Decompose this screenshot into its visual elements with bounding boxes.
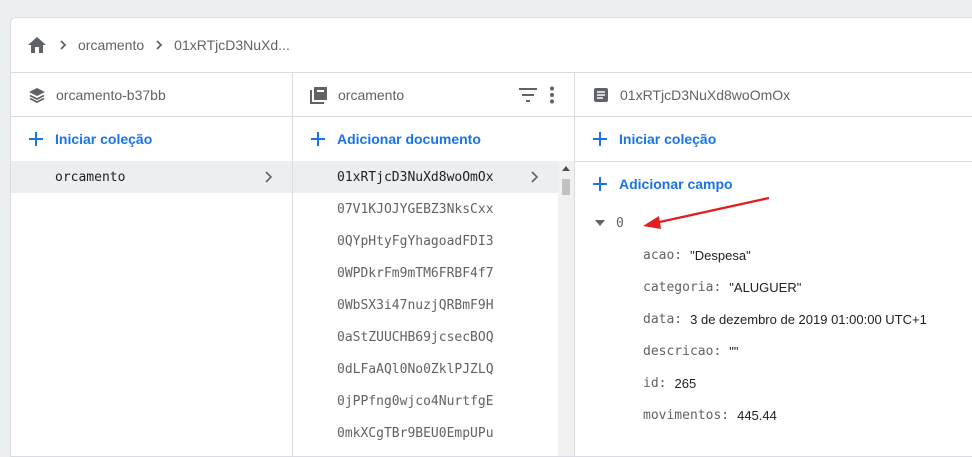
document-item[interactable]: 0mkXCgTBr9BEU0EmpUPu xyxy=(293,417,558,449)
start-subcollection-button[interactable]: Iniciar coleção xyxy=(575,117,972,161)
add-document-button[interactable]: Adicionar documento xyxy=(293,117,574,161)
layers-icon xyxy=(28,86,46,104)
collapse-triangle-icon[interactable] xyxy=(595,220,605,226)
filter-icon[interactable] xyxy=(516,83,540,107)
collection-column: orcamento Adicionar documento 01xRTjcD3N… xyxy=(293,73,575,456)
field-row[interactable]: id: 265 xyxy=(575,367,972,399)
field-value: "" xyxy=(729,343,739,359)
field-row[interactable]: data: 3 de dezembro de 2019 01:00:00 UTC… xyxy=(575,303,972,335)
firestore-panel: orcamento 01xRTjcD3NuXd... orcamento-b37… xyxy=(10,17,972,457)
plus-icon xyxy=(591,130,609,148)
field-value: "ALUGUER" xyxy=(729,279,802,295)
project-title: orcamento-b37bb xyxy=(56,86,166,103)
scrollbar-thumb[interactable] xyxy=(562,179,570,195)
document-id: 01xRTjcD3NuXd8woOmOx xyxy=(337,169,494,185)
document-id: 07V1KJOJYGEBZ3NksCxx xyxy=(337,201,494,217)
field-value: 445.44 xyxy=(737,407,777,423)
field-row[interactable]: descricao: "" xyxy=(575,335,972,367)
collection-item-orcamento[interactable]: orcamento xyxy=(11,161,292,193)
document-item[interactable]: 0jPPfng0wjco4NurtfgE xyxy=(293,385,558,417)
collection-title: orcamento xyxy=(338,86,405,103)
start-collection-button[interactable]: Iniciar coleção xyxy=(11,117,292,161)
field-value: "Despesa" xyxy=(690,247,751,263)
home-icon[interactable] xyxy=(26,34,48,56)
chevron-right-icon xyxy=(48,39,78,51)
chevron-right-icon xyxy=(144,39,174,51)
document-list: 01xRTjcD3NuXd8woOmOx 07V1KJOJYGEBZ3NksCx… xyxy=(293,161,558,449)
document-item[interactable]: 0QYpHtyFgYhagoadFDI3 xyxy=(293,225,558,257)
project-header: orcamento-b37bb xyxy=(11,73,292,117)
breadcrumb-collection[interactable]: orcamento xyxy=(78,37,144,53)
document-item[interactable]: 0WbSX3i47nuzjQRBmF9H xyxy=(293,289,558,321)
document-item[interactable]: 0WPDkrFm9mTM6FRBF4f7 xyxy=(293,257,558,289)
field-key: id: xyxy=(643,375,667,391)
add-field-label: Adicionar campo xyxy=(619,175,733,192)
field-value: 265 xyxy=(674,375,697,391)
chevron-right-icon xyxy=(260,169,276,185)
document-id: 0aStZUUCHB69jcsecBOQ xyxy=(337,329,494,345)
field-row[interactable]: movimentos: 445.44 xyxy=(575,399,972,431)
document-item[interactable]: 0dLFaAQl0No0ZklPJZLQ xyxy=(293,353,558,385)
document-icon xyxy=(592,86,610,104)
collection-header: orcamento xyxy=(293,73,574,117)
document-id: 0WbSX3i47nuzjQRBmF9H xyxy=(337,297,494,313)
document-item[interactable]: 01xRTjcD3NuXd8woOmOx xyxy=(293,161,558,193)
project-column: orcamento-b37bb Iniciar coleção orcament… xyxy=(11,73,293,456)
document-title: 01xRTjcD3NuXd8woOmOx xyxy=(620,86,791,103)
field-tree: 0 acao: "Despesa" categoria: "ALUGUER" d… xyxy=(575,207,972,431)
document-id: 0QYpHtyFgYhagoadFDI3 xyxy=(337,233,494,249)
document-item[interactable]: 07V1KJOJYGEBZ3NksCxx xyxy=(293,193,558,225)
more-vert-icon[interactable] xyxy=(540,83,564,107)
start-collection-label: Iniciar coleção xyxy=(55,131,153,147)
field-key: data: xyxy=(643,311,683,327)
field-key: acao: xyxy=(643,247,683,263)
annotation-arrow-icon xyxy=(643,196,770,229)
field-key: movimentos: xyxy=(643,407,730,423)
collection-item-label: orcamento xyxy=(55,169,126,185)
plus-icon xyxy=(591,175,609,193)
breadcrumb: orcamento 01xRTjcD3NuXd... xyxy=(11,18,972,73)
plus-icon xyxy=(27,130,45,148)
scroll-up-icon[interactable] xyxy=(562,166,570,171)
document-id: 0dLFaAQl0No0ZklPJZLQ xyxy=(337,361,494,377)
document-item[interactable]: 0aStZUUCHB69jcsecBOQ xyxy=(293,321,558,353)
collection-tools xyxy=(516,83,564,107)
field-row[interactable]: categoria: "ALUGUER" xyxy=(575,271,972,303)
field-key: categoria: xyxy=(643,279,722,295)
start-subcollection-label: Iniciar coleção xyxy=(619,131,717,147)
data-columns: orcamento-b37bb Iniciar coleção orcament… xyxy=(11,73,972,456)
document-id: 0mkXCgTBr9BEU0EmpUPu xyxy=(337,425,494,441)
add-document-label: Adicionar documento xyxy=(337,131,481,147)
document-id: 0jPPfng0wjco4NurtfgE xyxy=(337,393,494,409)
collection-icon xyxy=(310,86,328,104)
document-column: 01xRTjcD3NuXd8woOmOx Iniciar coleção Adi… xyxy=(575,73,972,456)
plus-icon xyxy=(309,130,327,148)
field-key: descricao: xyxy=(643,343,722,359)
chevron-right-icon xyxy=(526,169,542,185)
breadcrumb-document[interactable]: 01xRTjcD3NuXd... xyxy=(174,37,290,53)
document-header: 01xRTjcD3NuXd8woOmOx xyxy=(575,73,972,117)
field-row[interactable]: acao: "Despesa" xyxy=(575,239,972,271)
document-list-scrollbar[interactable] xyxy=(558,161,574,456)
field-value: 3 de dezembro de 2019 01:00:00 UTC+1 xyxy=(690,311,927,327)
document-id: 0WPDkrFm9mTM6FRBF4f7 xyxy=(337,265,494,281)
field-map-key: 0 xyxy=(616,215,624,231)
